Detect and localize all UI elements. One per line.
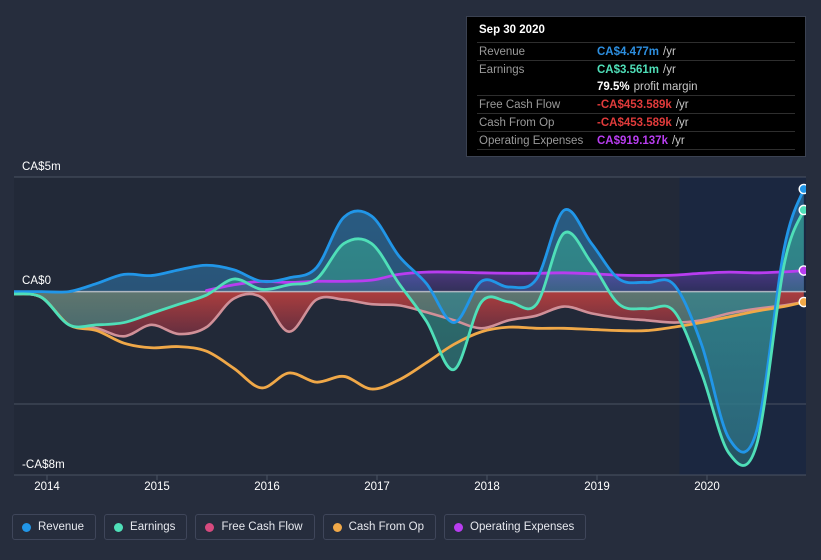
- tooltip-rows: Revenue CA$4.477m/yr Earnings CA$3.561m/yr 7…: [477, 42, 795, 149]
- legend-item-earnings[interactable]: Earnings: [104, 514, 188, 540]
- tooltip-row-value-wrap: CA$3.561m/yr: [597, 64, 676, 76]
- legend-item-free-cash-flow[interactable]: Free Cash Flow: [195, 514, 315, 540]
- tooltip-row-value-wrap: CA$4.477m/yr: [597, 46, 676, 58]
- tooltip-row-unit: /yr: [663, 45, 676, 58]
- legend-item-label: Operating Expenses: [470, 521, 575, 533]
- tooltip-row-value: 79.5%: [597, 80, 630, 93]
- tooltip-row-unit: profit margin: [633, 80, 698, 93]
- legend-color-dot-icon: [22, 522, 31, 532]
- x-axis-label: 2016: [254, 481, 280, 493]
- tooltip-row-unit: /yr: [675, 98, 689, 111]
- tooltip-row: Free Cash Flow -CA$453.589k/yr: [477, 95, 795, 113]
- x-axis-label: 2018: [474, 481, 500, 493]
- tooltip-bottom-divider: [477, 149, 795, 150]
- y-axis-label: CA$5m: [22, 161, 61, 173]
- tooltip-row: Operating Expenses CA$919.137k/yr: [477, 131, 795, 149]
- y-axis-label: CA$0: [22, 275, 52, 287]
- legend-color-dot-icon: [332, 522, 342, 532]
- x-axis-label: 2020: [694, 481, 720, 493]
- chart-widget: CA$5m CA$0 -CA$8m 2014 2015 2016 2017 2018 2019…: [0, 0, 821, 560]
- x-axis-label: 2014: [34, 481, 60, 493]
- tooltip-row-value-wrap: -CA$453.589k/yr: [597, 117, 689, 129]
- tooltip-row-label: Free Cash Flow: [479, 98, 561, 111]
- legend-item-label: Free Cash Flow: [221, 521, 303, 533]
- y-axis-label: -CA$8m: [22, 459, 65, 471]
- data-tooltip: Sep 30 2020 Revenue CA$4.477m/yr Earnings C…: [466, 16, 806, 157]
- tooltip-row-value: -CA$453.589k: [597, 98, 672, 111]
- legend-item-label: Revenue: [38, 521, 85, 533]
- tooltip-row-label: Operating Expenses: [479, 134, 584, 147]
- legend-color-dot-icon: [454, 522, 464, 532]
- tooltip-row-unit: /yr: [663, 63, 676, 76]
- x-axis-label: 2017: [364, 481, 390, 493]
- tooltip-row-value-wrap: 79.5% profit margin: [597, 81, 698, 93]
- tooltip-row-value: CA$919.137k: [597, 134, 668, 147]
- tooltip-row-value: -CA$453.589k: [597, 116, 672, 129]
- legend-color-dot-icon: [205, 522, 215, 532]
- legend-item-operating-expenses[interactable]: Operating Expenses: [444, 514, 587, 540]
- legend-item-cash-from-op[interactable]: Cash From Op: [322, 514, 437, 540]
- tooltip-row-value-wrap: -CA$453.589k/yr: [597, 99, 689, 111]
- tooltip-row: Revenue CA$4.477m/yr: [477, 42, 795, 60]
- x-axis-label: 2015: [144, 481, 170, 493]
- tooltip-date: Sep 30 2020: [479, 24, 545, 36]
- tooltip-row-label: Earnings: [479, 63, 525, 76]
- tooltip-row: 79.5% profit margin: [477, 78, 795, 95]
- legend-item-revenue[interactable]: Revenue: [12, 514, 97, 540]
- tooltip-row: Earnings CA$3.561m/yr: [477, 60, 795, 78]
- tooltip-row-label: Revenue: [479, 45, 526, 58]
- tooltip-row-value: CA$3.561m: [597, 63, 660, 76]
- legend-color-dot-icon: [114, 522, 124, 532]
- legend-item-label: Cash From Op: [348, 521, 425, 533]
- legend-item-label: Earnings: [130, 521, 176, 533]
- chart-legend: Revenue Earnings Free Cash Flow Cash From O…: [12, 514, 587, 540]
- x-axis-label: 2019: [584, 481, 610, 493]
- tooltip-row-label: Cash From Op: [479, 116, 555, 129]
- tooltip-row-value: CA$4.477m: [597, 45, 660, 58]
- tooltip-row: Cash From Op -CA$453.589k/yr: [477, 113, 795, 131]
- tooltip-row-unit: /yr: [675, 116, 689, 129]
- tooltip-row-value-wrap: CA$919.137k/yr: [597, 135, 685, 147]
- tooltip-row-unit: /yr: [671, 134, 685, 147]
